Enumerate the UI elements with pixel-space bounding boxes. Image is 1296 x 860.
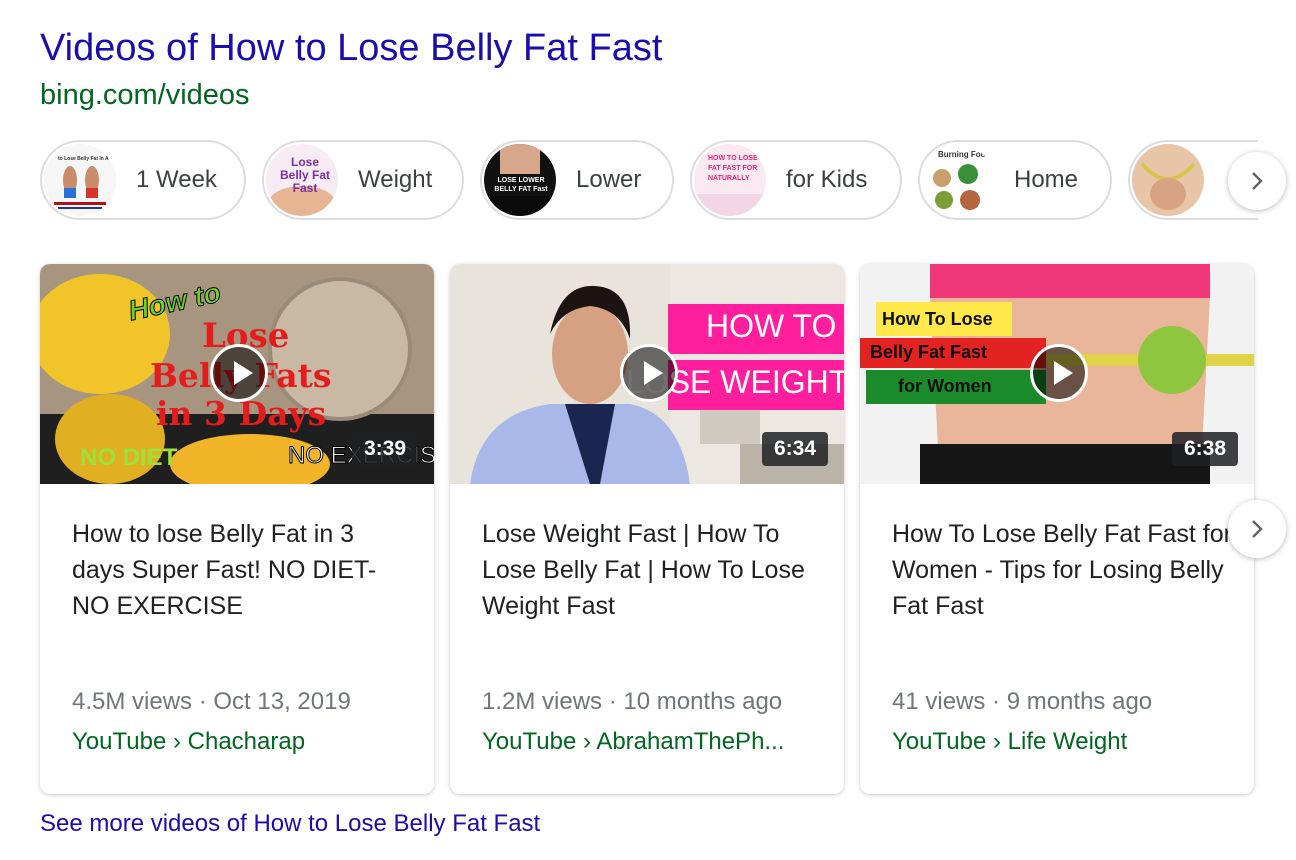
thumb-line3-text: for Women [898,376,992,396]
video-title[interactable]: Lose Weight Fast | How To Lose Belly Fat… [482,516,822,624]
chip-lower[interactable]: LOSE LOWER BELLY FAT Fast Lower [480,140,674,220]
chip-for-kids[interactable]: HOW TO LOSE FAT FAST FOR NATURALLY for K… [690,140,902,220]
chip-thumb-text: Lose Belly Fat Fast [280,155,331,195]
chip-thumb-text: HOW TO LOSE FAT FAST FOR NATURALLY [708,155,758,182]
chip-thumbnail: to Lose Belly Fat In A [44,144,116,216]
video-duration: 6:34 [761,432,828,466]
chevron-right-icon[interactable] [1228,152,1286,210]
play-icon[interactable] [210,344,268,402]
video-card[interactable]: How To Lose Belly Fat Fast for Women 6:3… [860,264,1254,794]
chip-thumbnail: LOSE LOWER BELLY FAT Fast [484,144,556,216]
thumb-line2-text: Belly Fat Fast [870,342,988,362]
chip-thumb-text: LOSE LOWER BELLY FAT Fast [494,177,548,193]
video-thumbnail[interactable]: How To Lose Belly Fat Fast for Women 6:3… [860,264,1254,484]
video-meta: 1.2M views · 10 months ago [482,688,783,715]
related-chips-row: to Lose Belly Fat In A 1 Week Lose Belly… [40,140,1258,224]
chip-thumbnail: HOW TO LOSE FAT FAST FOR NATURALLY [694,144,766,216]
results-title[interactable]: Videos of How to Lose Belly Fat Fast [40,24,662,72]
chip-thumb-text: Burning Food [938,150,991,159]
see-more-link[interactable]: See more videos of How to Lose Belly Fat… [40,810,540,838]
chip-label: for Kids [786,166,868,193]
thumb-line1-text: How To Lose [882,309,993,329]
video-duration: 3:39 [351,432,418,466]
chip-thumb-text: to Lose Belly Fat In A [58,156,109,162]
chip-thumbnail: Burning Food [922,144,994,216]
video-title[interactable]: How to lose Belly Fat in 3 days Super Fa… [72,516,412,624]
chip-thumbnail-image [44,144,116,216]
play-icon[interactable] [1030,344,1088,402]
play-icon[interactable] [620,344,678,402]
chip-label: Weight [358,166,433,193]
chip-label: Home [1014,166,1079,193]
chevron-right-icon[interactable] [1228,500,1286,558]
chip-1-week[interactable]: to Lose Belly Fat In A 1 Week [40,140,246,220]
video-meta: 41 views · 9 months ago [892,688,1153,715]
chip-label: Lower [576,166,642,193]
thumb-line1-text: HOW TO [706,308,837,344]
chip-thumbnail [1132,144,1204,216]
video-thumbnail[interactable]: HOW TO LOSE WEIGHT 6:34 [450,264,844,484]
video-card[interactable]: HOW TO LOSE WEIGHT 6:34 Lose Weight Fast… [450,264,844,794]
chip-thumbnail-image [1132,144,1204,216]
chip-label: 1 Week [136,166,217,193]
video-card[interactable]: How to Lose Belly Fats in 3 Days NO DIET… [40,264,434,794]
video-duration: 6:38 [1171,432,1238,466]
thumb-nodiet-text: NO DIET [80,444,178,471]
chip-thumbnail: Lose Belly Fat Fast [266,144,338,216]
video-source[interactable]: YouTube › Chacharap [72,728,412,756]
chip-home[interactable]: Burning Food Home [918,140,1112,220]
video-meta: 4.5M views · Oct 13, 2019 [72,688,351,715]
video-title[interactable]: How To Lose Belly Fat Fast for Women - T… [892,516,1232,624]
results-url: bing.com/videos [40,79,250,111]
chip-weight[interactable]: Lose Belly Fat Fast Weight [262,140,464,220]
video-thumbnail[interactable]: How to Lose Belly Fats in 3 Days NO DIET… [40,264,434,484]
video-source[interactable]: YouTube › AbrahamThePh... [482,728,822,756]
video-source[interactable]: YouTube › Life Weight [892,728,1232,756]
